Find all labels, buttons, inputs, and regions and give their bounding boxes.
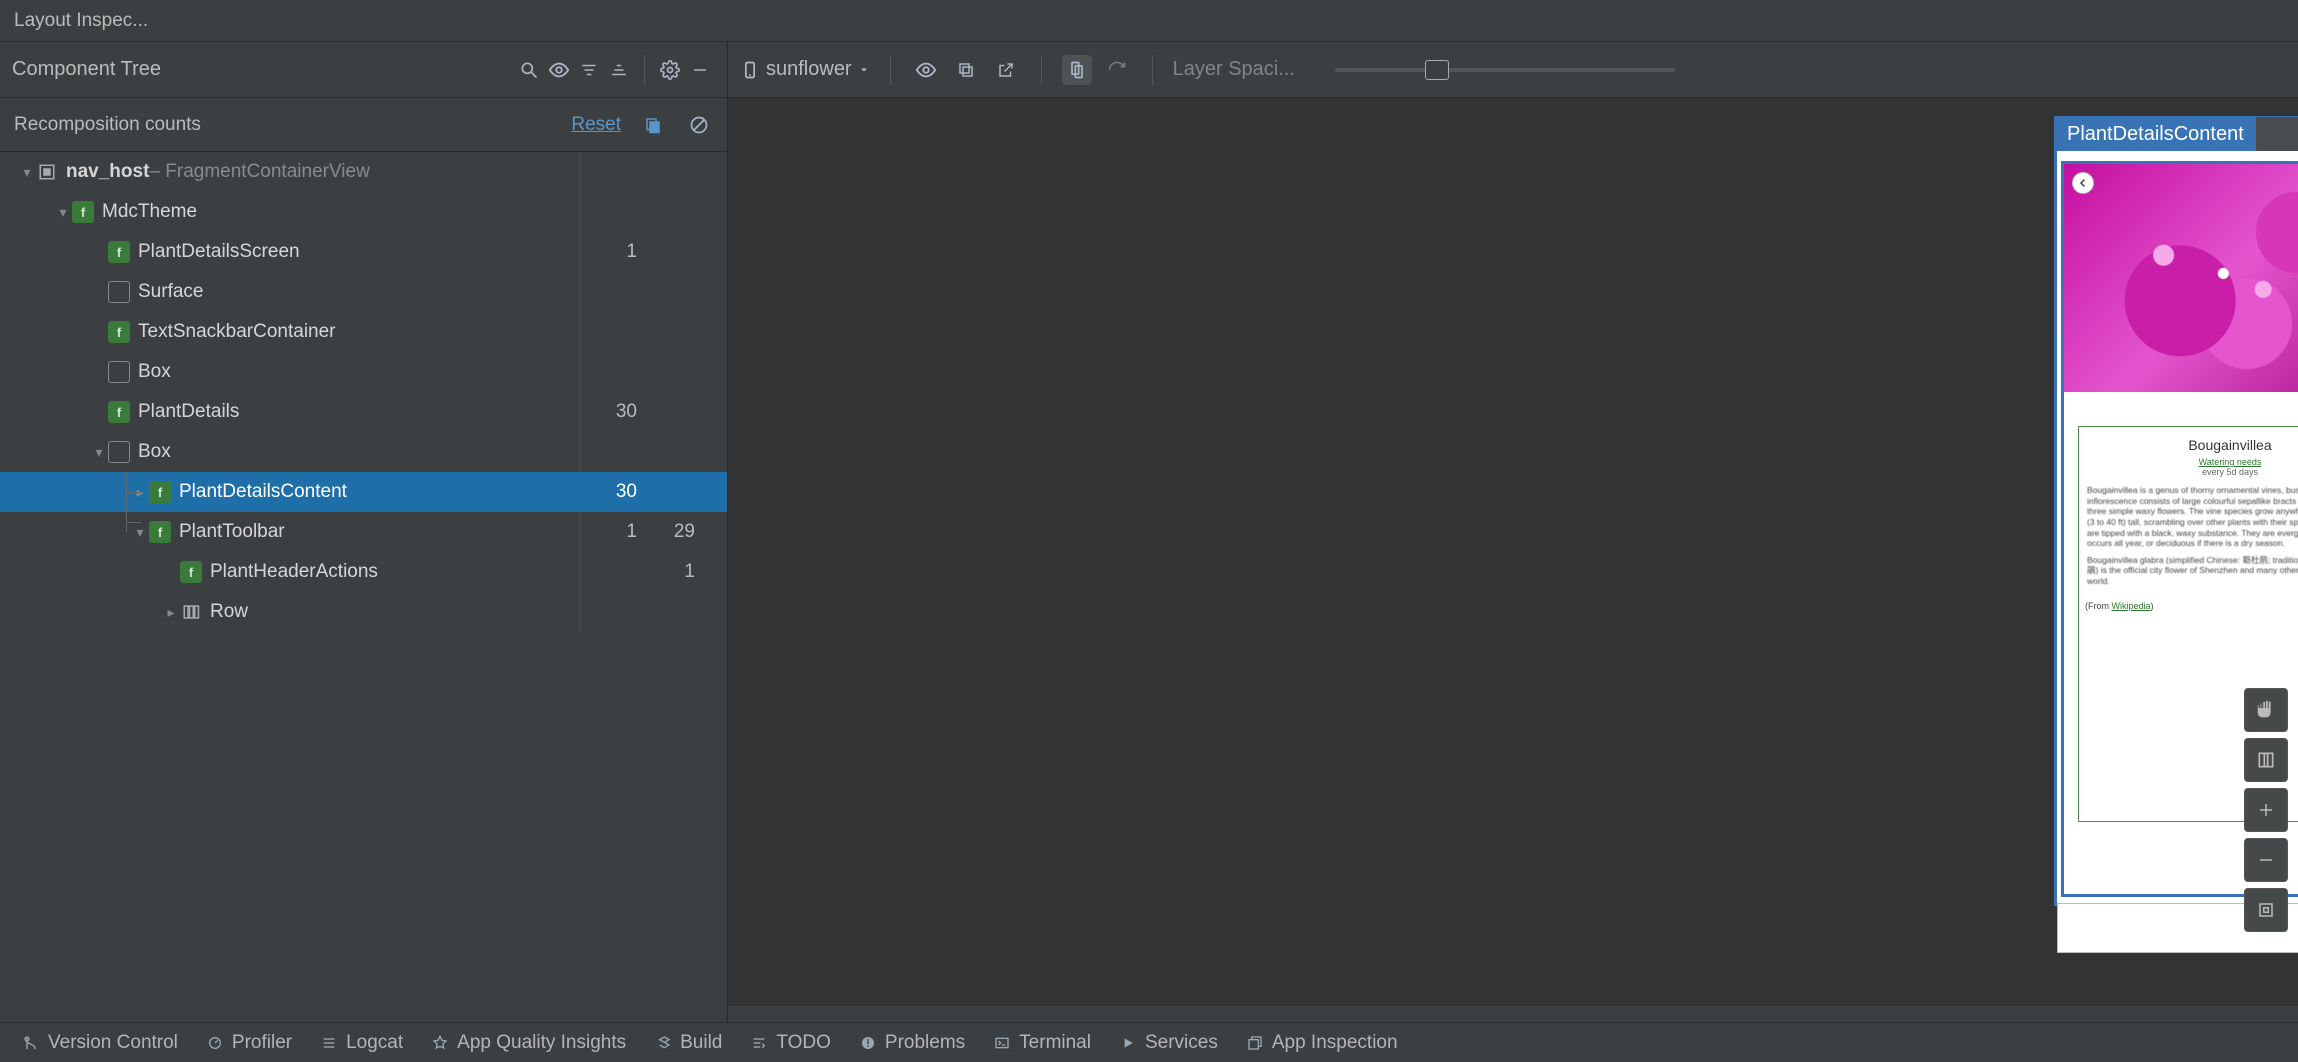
pan-icon[interactable] — [2244, 688, 2288, 732]
bottom-bar-icon — [22, 1034, 40, 1052]
layer-spacing-label: Layer Spaci... — [1173, 58, 1295, 81]
visibility-icon[interactable] — [544, 55, 574, 85]
plant-title: Bougainvillea — [2085, 437, 2298, 453]
tree-row[interactable]: ▸Row — [0, 592, 727, 632]
back-button[interactable] — [2072, 172, 2094, 194]
layers-icon[interactable] — [2244, 738, 2288, 782]
plant-source: (From Wikipedia) — [2085, 601, 2298, 611]
zoom-fit-icon[interactable] — [2244, 888, 2288, 932]
recomposition-label: Recomposition counts — [14, 114, 201, 136]
layout-preview[interactable]: PlantDetailsContent 30 + — [728, 98, 2298, 1022]
horizontal-scrollbar[interactable] — [728, 1006, 2298, 1022]
tree-row[interactable]: fTextSnackbarContainer — [0, 312, 727, 352]
copy-icon[interactable] — [639, 111, 667, 139]
search-icon[interactable] — [514, 55, 544, 85]
tool-window-title: Layout Inspec... — [14, 10, 148, 32]
bottom-bar-item[interactable]: App Quality Insights — [431, 1032, 626, 1054]
live-updates-icon[interactable] — [911, 55, 941, 85]
snapshot-icon[interactable] — [951, 55, 981, 85]
reset-link[interactable]: Reset — [571, 114, 621, 136]
tool-window-title-bar: Layout Inspec... — [0, 0, 2298, 42]
layer-spacing-slider[interactable] — [1335, 68, 1675, 72]
zoom-in-icon[interactable] — [2244, 788, 2288, 832]
device-name: sunflower — [766, 58, 852, 81]
tree-row[interactable]: fPlantDetailsScreen1 — [0, 232, 727, 272]
device-selector[interactable]: sunflower — [740, 58, 870, 81]
bottom-bar-icon — [1246, 1034, 1264, 1052]
settings-icon[interactable] — [655, 55, 685, 85]
slider-thumb[interactable] — [1425, 60, 1449, 80]
component-tree-label: Component Tree — [12, 58, 161, 81]
bottom-bar-icon — [1119, 1034, 1137, 1052]
tree-row[interactable]: ▾Box — [0, 432, 727, 472]
disable-icon[interactable] — [685, 111, 713, 139]
plant-description-2: Bougainvillea glabra (simplified Chinese… — [2087, 555, 2298, 587]
preview-toolbar: sunflower Layer Spaci... — [728, 42, 2298, 97]
bottom-bar-item[interactable]: Profiler — [206, 1032, 292, 1054]
status-bar: Version Control Profiler Logcat App Quality… — [0, 1022, 2298, 1062]
expand-all-icon[interactable] — [574, 55, 604, 85]
bottom-bar-icon — [654, 1034, 672, 1052]
component-tree[interactable]: ▾nav_host – FragmentContainerView▾fMdcTh… — [0, 152, 727, 1022]
bottom-bar-item[interactable]: Build — [654, 1032, 722, 1054]
component-tree-toolbar: Component Tree — [0, 42, 728, 97]
tree-row[interactable]: ▾fMdcTheme — [0, 192, 727, 232]
tree-row[interactable]: ▾nav_host – FragmentContainerView — [0, 152, 727, 192]
selection-badge-gap — [2256, 117, 2298, 151]
tree-row[interactable]: ▸fPlantDetailsContent30 — [0, 472, 727, 512]
open-external-icon[interactable] — [991, 55, 1021, 85]
plant-image — [2064, 164, 2298, 392]
bottom-bar-item[interactable]: Logcat — [320, 1032, 403, 1054]
bottom-bar-icon — [993, 1034, 1011, 1052]
watering-value: every 5d days — [2085, 467, 2298, 477]
bottom-bar-item[interactable]: Problems — [859, 1032, 965, 1054]
bottom-bar-item[interactable]: Version Control — [22, 1032, 178, 1054]
bottom-bar-icon — [431, 1034, 449, 1052]
plant-description-1: Bougainvillea is a genus of thorny ornam… — [2087, 485, 2298, 549]
top-toolbar: Component Tree — [0, 42, 2298, 98]
chevron-down-icon — [858, 64, 870, 76]
minimize-icon[interactable] — [685, 55, 715, 85]
collapse-all-icon[interactable] — [604, 55, 634, 85]
bottom-bar-icon — [750, 1034, 768, 1052]
selection-badge-name: PlantDetailsContent — [2055, 117, 2256, 151]
main-area: Recomposition counts Reset ▾nav_host – F… — [0, 98, 2298, 1022]
layout-inspector-window: Layout Inspec... Component Tree — [0, 0, 2298, 1062]
bottom-bar-item[interactable]: App Inspection — [1246, 1032, 1398, 1054]
bottom-bar-item[interactable]: TODO — [750, 1032, 831, 1054]
watering-label: Watering needs — [2085, 457, 2298, 467]
bottom-bar-item[interactable]: Terminal — [993, 1032, 1091, 1054]
wikipedia-link[interactable]: Wikipedia — [2112, 601, 2151, 611]
recomposition-counts-bar: Recomposition counts Reset — [0, 98, 727, 152]
tree-row[interactable]: Box — [0, 352, 727, 392]
zoom-toolbar — [2244, 688, 2288, 932]
bottom-bar-icon — [320, 1034, 338, 1052]
toggle-3d-icon[interactable] — [1062, 55, 1092, 85]
refresh-icon[interactable] — [1102, 55, 1132, 85]
component-tree-panel: Recomposition counts Reset ▾nav_host – F… — [0, 98, 728, 1022]
tree-row[interactable]: fPlantDetails30 — [0, 392, 727, 432]
bottom-bar-icon — [206, 1034, 224, 1052]
bottom-bar-icon — [859, 1034, 877, 1052]
tree-row[interactable]: ▾fPlantToolbar129 — [0, 512, 727, 552]
zoom-out-icon[interactable] — [2244, 838, 2288, 882]
tree-row[interactable]: Surface — [0, 272, 727, 312]
bottom-bar-item[interactable]: Services — [1119, 1032, 1218, 1054]
tree-row[interactable]: fPlantHeaderActions1 — [0, 552, 727, 592]
